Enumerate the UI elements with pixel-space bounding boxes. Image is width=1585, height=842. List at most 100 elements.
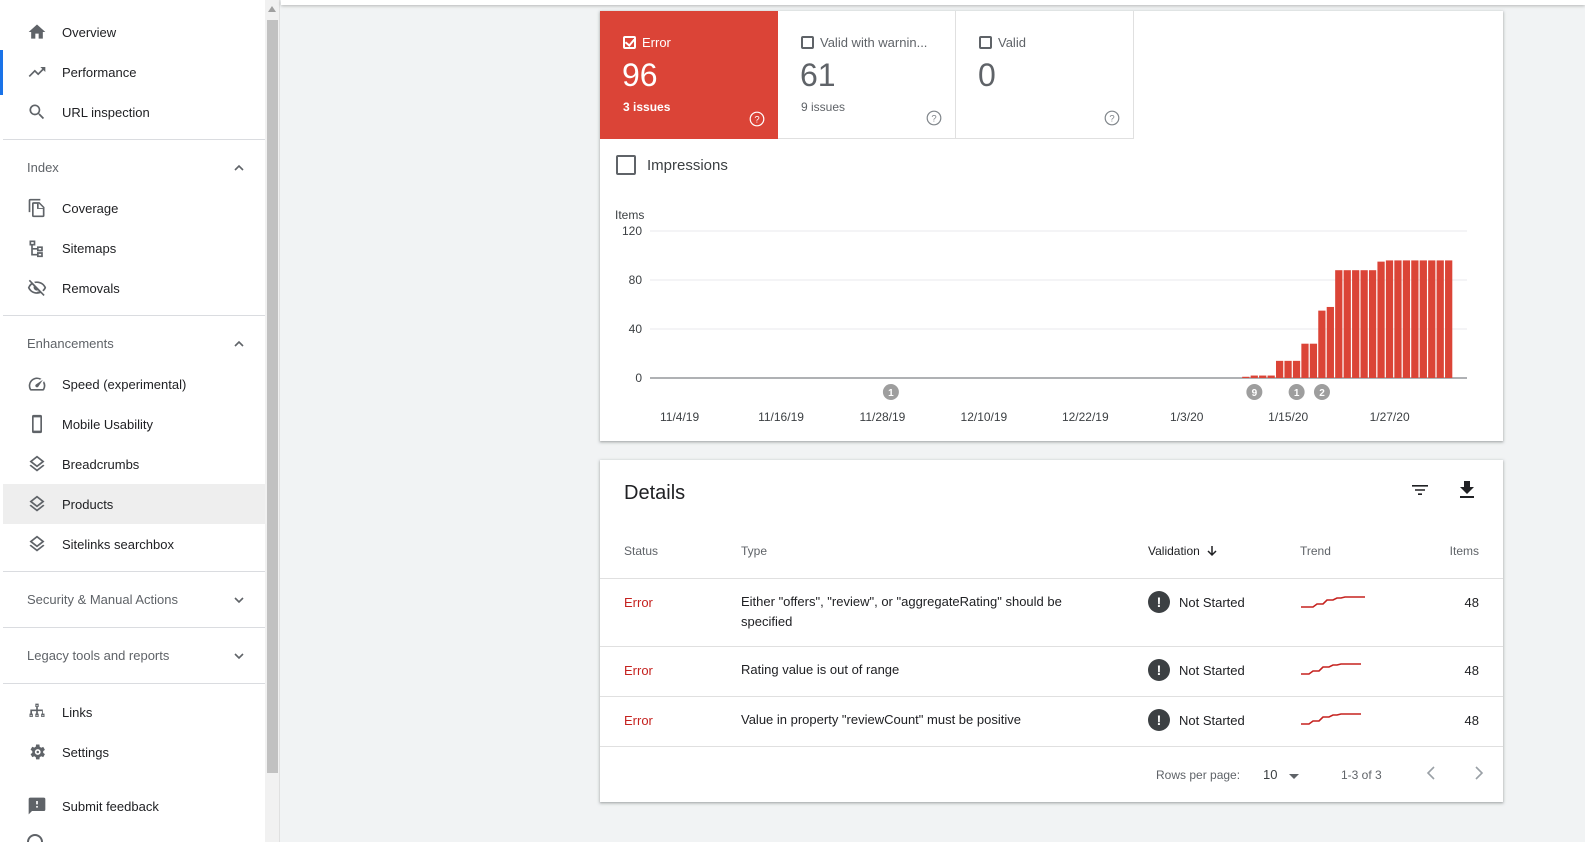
chart-bar[interactable]	[1309, 343, 1318, 378]
chart-bar[interactable]	[1335, 270, 1343, 378]
help-icon[interactable]: ?	[749, 111, 765, 127]
rows-per-page-select[interactable]: 10	[1263, 767, 1300, 782]
sidebar-item-coverage[interactable]: Coverage	[3, 188, 265, 228]
table-row[interactable]: Error Rating value is out of range ! Not …	[600, 646, 1503, 696]
sidebar-item-overview[interactable]: Overview	[3, 12, 265, 52]
filter-button[interactable]	[1408, 478, 1432, 502]
next-page-button[interactable]	[1468, 763, 1488, 783]
chart-bar[interactable]	[1368, 270, 1377, 378]
annotation-marker[interactable]: 1	[882, 384, 899, 400]
chart-bar[interactable]	[1394, 260, 1402, 378]
row-validation: ! Not Started	[1148, 659, 1245, 681]
alert-icon: !	[1148, 591, 1170, 613]
sidebar-item-breadcrumbs[interactable]: Breadcrumbs	[3, 444, 265, 484]
chart-bar[interactable]	[1411, 260, 1419, 378]
sidebar-item-label: Settings	[62, 744, 109, 760]
sidebar-item-performance[interactable]: Performance	[3, 52, 265, 92]
section-index-header[interactable]: Index	[3, 148, 265, 188]
sidebar-item-products[interactable]: Products	[3, 484, 265, 524]
chart-bar[interactable]	[1360, 270, 1368, 378]
sidebar-item-links[interactable]: Links	[3, 692, 265, 732]
impressions-toggle[interactable]: Impressions	[616, 155, 728, 175]
chart-bar[interactable]	[1242, 376, 1250, 378]
download-button[interactable]	[1455, 478, 1479, 502]
section-security-header[interactable]: Security & Manual Actions	[3, 580, 265, 620]
column-type[interactable]: Type	[741, 544, 767, 558]
column-trend[interactable]: Trend	[1300, 544, 1331, 558]
table-row[interactable]: Error Value in property "reviewCount" mu…	[600, 696, 1503, 746]
sidebar-item-settings[interactable]: Settings	[3, 732, 265, 772]
chart-bar[interactable]	[1301, 343, 1309, 378]
details-card: Details Status Type Validation Trend Ite…	[600, 460, 1503, 802]
chart-bar[interactable]	[1284, 360, 1292, 378]
alert-icon: !	[1148, 659, 1170, 681]
table-row[interactable]: Error Either "offers", "review", or "agg…	[600, 578, 1503, 646]
sidebar-scrollbar[interactable]	[265, 0, 280, 842]
section-label: Index	[27, 160, 59, 175]
y-tick-label: 40	[629, 322, 643, 336]
help-icon[interactable]: ?	[1104, 110, 1120, 126]
sort-arrow-down-icon	[1207, 546, 1217, 557]
sidebar-item-submit-feedback[interactable]: Submit feedback	[3, 786, 265, 826]
chart-bar[interactable]	[1267, 375, 1275, 378]
chart-bar[interactable]	[1352, 270, 1360, 378]
chart-bar[interactable]	[1402, 260, 1411, 378]
chart-bar[interactable]	[1326, 306, 1334, 378]
x-tick-label: 11/16/19	[758, 410, 804, 424]
x-tick-label: 11/4/19	[660, 410, 699, 424]
chart-bar[interactable]	[1275, 360, 1284, 378]
chart-bar[interactable]	[1318, 310, 1326, 378]
sidebar-item-speed[interactable]: Speed (experimental)	[3, 364, 265, 404]
sidebar-item-sitelinks-searchbox[interactable]: Sitelinks searchbox	[3, 524, 265, 564]
divider	[3, 571, 265, 572]
scroll-thumb[interactable]	[267, 20, 278, 773]
chart-bar[interactable]	[1292, 360, 1301, 378]
prev-page-button[interactable]	[1422, 763, 1442, 783]
row-items: 48	[1464, 713, 1479, 728]
chart-bar[interactable]	[1385, 260, 1394, 378]
scroll-up-arrow[interactable]	[268, 6, 276, 12]
chart-bar[interactable]	[1343, 270, 1351, 378]
tile-valid[interactable]: Valid 0 ?	[956, 11, 1134, 139]
section-legacy-header[interactable]: Legacy tools and reports	[3, 636, 265, 676]
column-status[interactable]: Status	[624, 544, 658, 558]
chart-bar[interactable]	[1436, 260, 1444, 378]
row-items: 48	[1464, 595, 1479, 610]
sidebar-item-label: Breadcrumbs	[62, 456, 140, 472]
y-tick-label: 80	[629, 273, 643, 287]
trend-sparkline	[1301, 663, 1361, 675]
links-icon	[27, 702, 47, 722]
sidebar-item-url-inspection[interactable]: URL inspection	[3, 92, 265, 132]
annotation-marker[interactable]: 2	[1313, 384, 1330, 400]
section-enhancements-header[interactable]: Enhancements	[3, 324, 265, 364]
help-icon[interactable]: ?	[926, 110, 942, 126]
sidebar-item-mobile-usability[interactable]: Mobile Usability	[3, 404, 265, 444]
trend-sparkline	[1301, 596, 1365, 608]
annotation-marker[interactable]: 1	[1288, 384, 1305, 400]
chart-bar[interactable]	[1377, 261, 1385, 378]
chart-bar[interactable]	[1250, 375, 1258, 378]
feedback-icon	[27, 796, 47, 816]
chart-bar[interactable]	[1419, 260, 1427, 378]
tile-valid-with-warnings[interactable]: Valid with warnin... 61 9 issues ?	[778, 11, 956, 139]
chart-bar[interactable]	[1259, 375, 1267, 378]
checkbox-checked[interactable]	[623, 36, 636, 49]
tile-label: Error	[642, 35, 671, 50]
trending-up-icon	[27, 62, 47, 82]
column-items[interactable]: Items	[1450, 544, 1479, 558]
sidebar-item-sitemaps[interactable]: Sitemaps	[3, 228, 265, 268]
tile-error[interactable]: Error 96 3 issues ?	[600, 11, 778, 139]
sidebar-item-removals[interactable]: Removals	[3, 268, 265, 308]
sidebar-item-label: Links	[62, 704, 93, 720]
column-validation[interactable]: Validation	[1148, 544, 1218, 558]
section-label: Legacy tools and reports	[27, 648, 170, 663]
impressions-checkbox[interactable]	[616, 155, 636, 175]
chart-bar[interactable]	[1445, 260, 1453, 378]
rows-per-page-label: Rows per page:	[1156, 768, 1241, 782]
tile-value: 0	[978, 57, 996, 93]
chart-bar[interactable]	[1428, 260, 1436, 378]
checkbox[interactable]	[979, 36, 992, 49]
checkbox[interactable]	[801, 36, 814, 49]
layers-icon	[27, 534, 47, 554]
annotation-marker[interactable]: 9	[1246, 384, 1263, 400]
